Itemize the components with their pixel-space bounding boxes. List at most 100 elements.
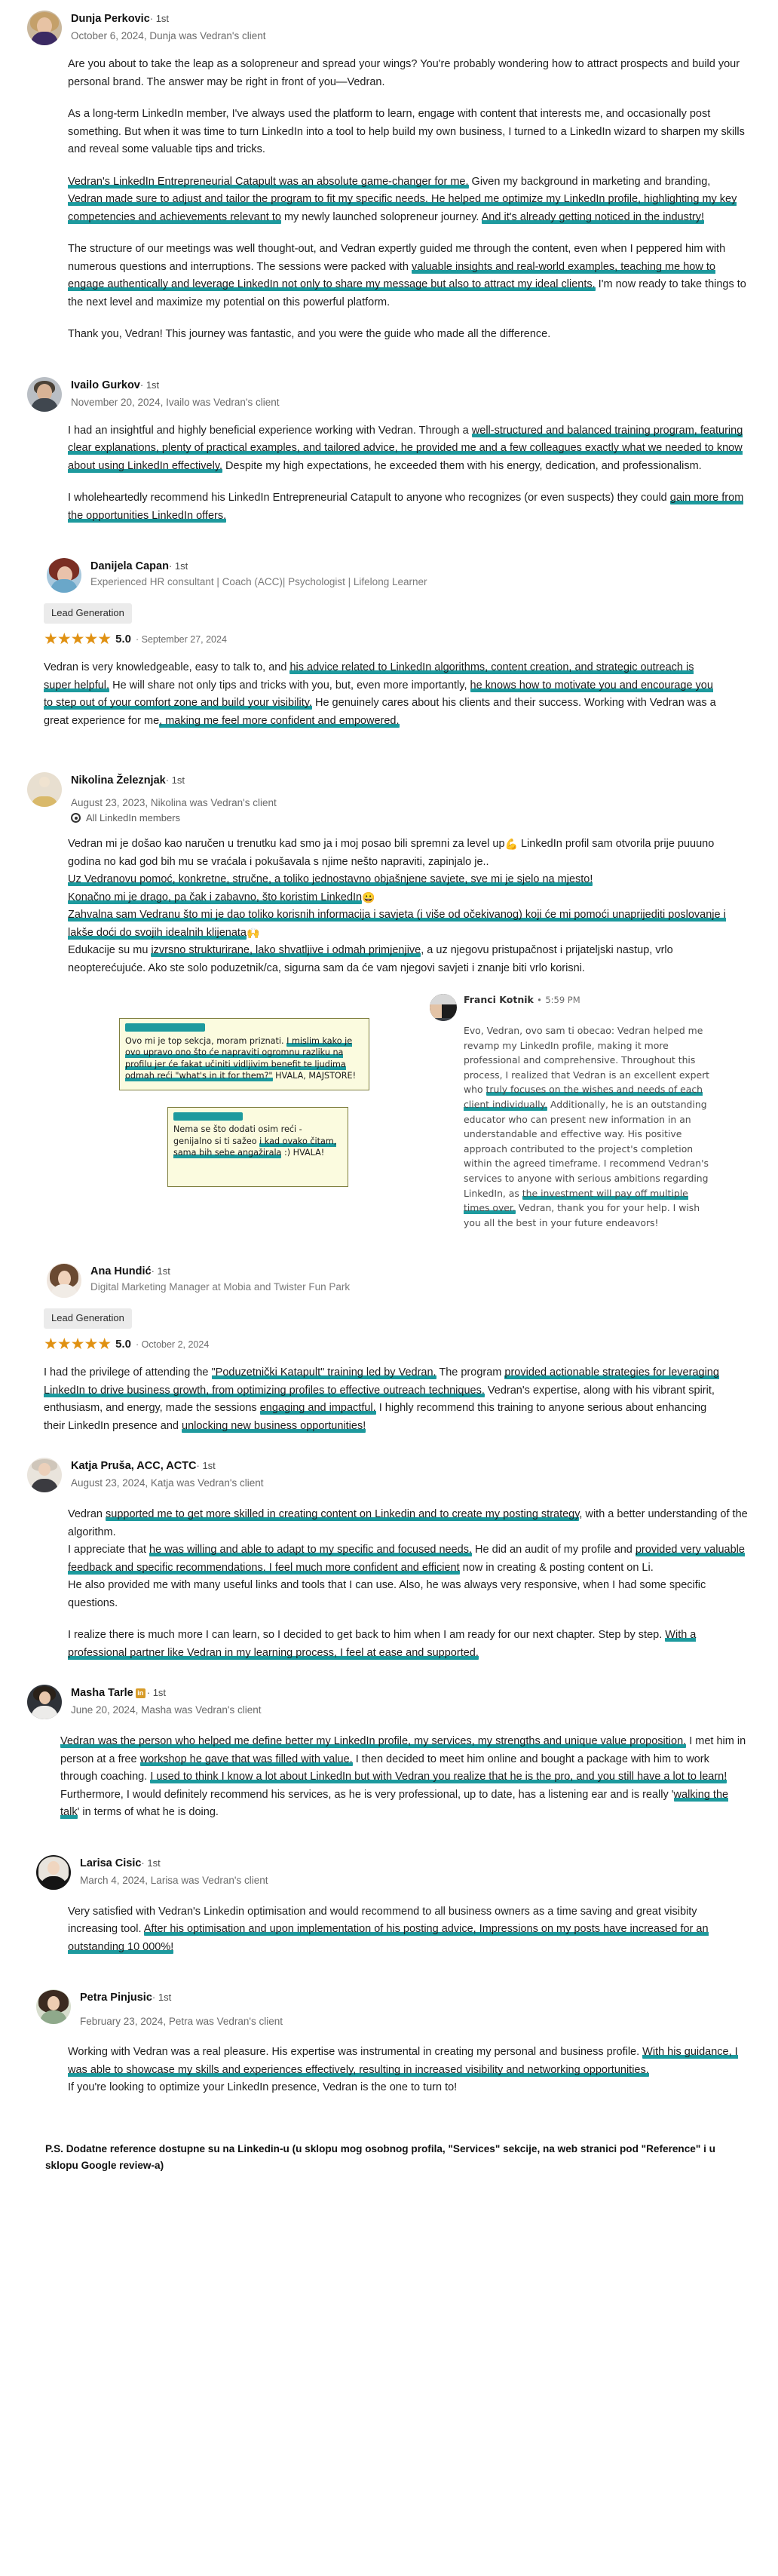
- profile-header[interactable]: Danijela Capan· 1st Experienced HR consu…: [44, 558, 748, 593]
- profile-name[interactable]: Petra Pinjusic: [80, 1992, 152, 2004]
- profile-name[interactable]: Ana Hundić: [90, 1265, 152, 1277]
- testimonial-body: Vedran was the person who helped me defi…: [24, 1733, 748, 1822]
- profile-name-row: Danijela Capan· 1st: [90, 559, 427, 574]
- testimonial-danijela-capan: Danijela Capan· 1st Experienced HR consu…: [0, 558, 778, 730]
- comment-timestamp: 5:59 PM: [545, 995, 580, 1005]
- relationship-subline: August 23, 2024, Katja was Vedran's clie…: [71, 1477, 264, 1489]
- avatar: [47, 1263, 81, 1299]
- redacted-name-2: [173, 1112, 342, 1124]
- sticky-note-2: Nema se što dodati osim reći - genijalno…: [167, 1106, 348, 1187]
- paragraph: Edukacije su mu izvrsno strukturirane, l…: [68, 944, 673, 974]
- paragraph: I had an insightful and highly beneficia…: [68, 424, 743, 473]
- comment-separator: •: [537, 995, 542, 1005]
- paragraph: Are you about to take the leap as a solo…: [68, 58, 740, 88]
- globe-icon: [71, 813, 81, 823]
- recommendations-page: Dunja Perkovic· 1st October 6, 2024, Dun…: [0, 0, 778, 2576]
- profile-header[interactable]: Larisa Cisic· 1st March 4, 2024, Larisa …: [33, 1854, 748, 1890]
- rating-row: ★★★★★ 5.0 · October 2, 2024: [44, 1336, 748, 1352]
- profile-name[interactable]: Katja Pruša, ACC, ACTC: [71, 1460, 197, 1472]
- rating-date: · September 27, 2024: [136, 633, 227, 645]
- comment-author-name[interactable]: Franci Kotnik: [464, 994, 534, 1005]
- relationship-subline: June 20, 2024, Masha was Vedran's client: [71, 1704, 262, 1716]
- profile-name-row: Ivailo Gurkov· 1st: [71, 378, 279, 393]
- profile-name-row: Katja Pruša, ACC, ACTC· 1st: [71, 1458, 264, 1474]
- paragraph: Vedran mi je došao kao naručen u trenutk…: [68, 838, 715, 868]
- testimonial-nikolina-zeleznjak: Nikolina Železnjak· 1st August 23, 2023,…: [0, 772, 778, 977]
- testimonial-body: Are you about to take the leap as a solo…: [24, 56, 748, 344]
- flexed-biceps-emoji: 💪: [504, 838, 518, 850]
- star-rating-icon: ★★★★★: [44, 630, 112, 648]
- profile-header[interactable]: Dunja Perkovic· 1st October 6, 2024, Dun…: [24, 11, 748, 45]
- star-rating-icon: ★★★★★: [44, 1336, 112, 1354]
- connection-degree: · 1st: [141, 1857, 161, 1869]
- sticky-notes-column: Ovo mi je top sekcja, moram priznati. I …: [24, 994, 424, 1230]
- rating-row: ★★★★★ 5.0 · September 27, 2024: [44, 631, 748, 647]
- avatar: [430, 994, 457, 1021]
- screenshot-collage: Ovo mi je top sekcja, moram priznati. I …: [0, 994, 778, 1230]
- testimonial-body: Vedran supported me to get more skilled …: [24, 1506, 748, 1662]
- paragraph: Zahvalna sam Vedranu što mi je dao tolik…: [68, 909, 726, 940]
- relationship-subline: November 20, 2024, Ivailo was Vedran's c…: [71, 396, 280, 408]
- paragraph: Uz Vedranovu pomoć, konkretne, stručne, …: [68, 873, 593, 886]
- profile-name[interactable]: Masha Tarle: [71, 1687, 133, 1699]
- testimonial-masha-tarle: Masha Tarle in · 1st June 20, 2024, Masha …: [0, 1685, 778, 1822]
- avatar: [47, 558, 81, 593]
- paragraph: I appreciate that he was willing and abl…: [68, 1544, 745, 1575]
- profile-header[interactable]: Petra Pinjusic· 1st February 23, 2024, P…: [33, 1989, 748, 2029]
- profile-header[interactable]: Nikolina Železnjak· 1st August 23, 2023,…: [24, 772, 748, 823]
- profile-name-row: Dunja Perkovic· 1st: [71, 11, 265, 26]
- profile-name[interactable]: Ivailo Gurkov: [71, 379, 140, 391]
- avatar: [36, 1854, 71, 1890]
- profile-name[interactable]: Dunja Perkovic: [71, 13, 150, 25]
- testimonial-body: Vedran mi je došao kao naručen u trenutk…: [24, 836, 748, 977]
- relationship-subline: October 6, 2024, Dunja was Vedran's clie…: [71, 30, 266, 41]
- relationship-subline: February 23, 2024, Petra was Vedran's cl…: [80, 2016, 283, 2028]
- comment-author-row: Franci Kotnik • 5:59 PM: [464, 994, 580, 1005]
- paragraph: I realize there is much more I can learn…: [68, 1629, 697, 1660]
- testimonial-dunja-perkovic: Dunja Perkovic· 1st October 6, 2024, Dun…: [0, 0, 778, 344]
- paragraph: I wholeheartedly recommend his LinkedIn …: [68, 492, 744, 523]
- service-tag: Lead Generation: [44, 1308, 132, 1329]
- profile-name-row: Ana Hundić· 1st: [90, 1264, 350, 1279]
- profile-header[interactable]: Ivailo Gurkov· 1st November 20, 2024, Iv…: [24, 376, 748, 412]
- footer-note: P.S. Dodatne reference dostupne su na Li…: [45, 2142, 715, 2171]
- profile-name-row: Petra Pinjusic· 1st: [80, 1990, 283, 2005]
- paragraph: Konačno mi je drago, pa čak i zabavno, š…: [68, 891, 375, 904]
- connection-degree: · 1st: [146, 1687, 167, 1699]
- profile-name[interactable]: Larisa Cisic: [80, 1857, 141, 1869]
- connection-degree: · 1st: [168, 560, 188, 572]
- comment-header[interactable]: Franci Kotnik • 5:59 PM: [430, 994, 748, 1021]
- profile-header[interactable]: Ana Hundić· 1st Digital Marketing Manage…: [44, 1263, 748, 1299]
- avatar: [27, 772, 62, 807]
- paragraph: He also provided me with many useful lin…: [68, 1579, 706, 1609]
- raising-hands-emoji: 🙌: [246, 926, 260, 939]
- service-tag: Lead Generation: [44, 603, 132, 624]
- testimonial-ana-hundic: Ana Hundić· 1st Digital Marketing Manage…: [0, 1263, 778, 1435]
- profile-header[interactable]: Masha Tarle in · 1st June 20, 2024, Masha …: [24, 1685, 748, 1720]
- profile-name[interactable]: Danijela Capan: [90, 560, 169, 572]
- paragraph: Vedran is very knowledgeable, easy to ta…: [44, 661, 716, 728]
- paragraph: If you're looking to optimize your Linke…: [68, 2081, 458, 2094]
- paragraph: The structure of our meetings was well t…: [68, 243, 746, 308]
- sticky-note-1: Ovo mi je top sekcja, moram priznati. I …: [119, 1018, 369, 1090]
- sticky-note-1-text: Ovo mi je top sekcja, moram priznati. I …: [125, 1035, 357, 1081]
- paragraph: Working with Vedran was a real pleasure.…: [68, 2046, 738, 2077]
- testimonial-larisa-cisic: Larisa Cisic· 1st March 4, 2024, Larisa …: [0, 1854, 778, 1957]
- paragraph: Vedran was the person who helped me defi…: [60, 1735, 746, 1820]
- profile-headline: Experienced HR consultant | Coach (ACC)|…: [90, 576, 427, 587]
- comment-text: Evo, Vedran, ovo sam ti obecao: Vedran h…: [464, 1025, 710, 1228]
- paragraph: Very satisfied with Vedran's Linkedin op…: [68, 1905, 709, 1954]
- profile-header[interactable]: Katja Pruša, ACC, ACTC· 1st August 23, 2…: [24, 1458, 748, 1493]
- profile-headline: Digital Marketing Manager at Mobia and T…: [90, 1281, 351, 1293]
- testimonial-body: Vedran is very knowledgeable, easy to ta…: [44, 659, 722, 730]
- visibility-label: All LinkedIn members: [86, 812, 180, 823]
- connection-degree: · 1st: [165, 774, 185, 786]
- testimonial-body: Very satisfied with Vedran's Linkedin op…: [33, 1903, 748, 1957]
- paragraph: Vedran supported me to get more skilled …: [68, 1508, 748, 1538]
- avatar: [27, 11, 62, 45]
- rating-value: 5.0: [115, 633, 131, 646]
- profile-name[interactable]: Nikolina Železnjak: [71, 774, 166, 787]
- visibility-row: All LinkedIn members: [71, 812, 277, 823]
- paragraph: Vedran's LinkedIn Entrepreneurial Catapu…: [68, 175, 737, 224]
- profile-name-row: Masha Tarle in · 1st: [71, 1685, 262, 1700]
